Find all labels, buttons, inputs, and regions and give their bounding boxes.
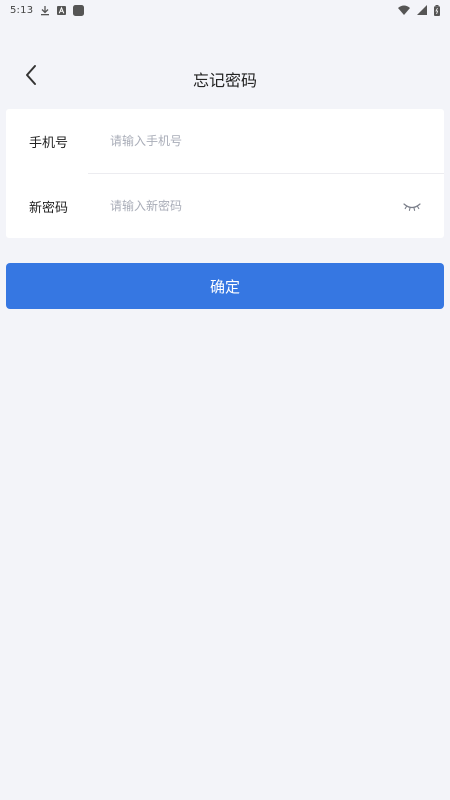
status-time: 5:13	[10, 4, 34, 16]
app-square-icon	[73, 4, 85, 16]
password-visibility-toggle[interactable]	[402, 198, 422, 214]
status-right	[398, 4, 440, 16]
status-bar: 5:13	[0, 0, 450, 20]
status-left: 5:13	[10, 4, 85, 16]
font-a-icon	[57, 5, 67, 15]
nav-bar: 忘记密码	[0, 56, 450, 96]
eye-closed-icon	[403, 197, 421, 216]
download-icon	[40, 5, 50, 16]
wifi-icon	[398, 5, 410, 15]
new-password-row: 新密码	[6, 174, 444, 238]
phone-label: 手机号	[29, 136, 69, 151]
battery-icon	[434, 4, 440, 16]
phone-row: 手机号	[6, 109, 444, 173]
new-password-input[interactable]	[110, 191, 390, 221]
phone-input[interactable]	[110, 126, 390, 156]
new-password-label: 新密码	[29, 201, 69, 216]
page-title: 忘记密码	[192, 71, 257, 90]
form-card: 手机号 新密码	[6, 109, 444, 238]
confirm-button[interactable]: 确定	[6, 263, 444, 309]
signal-icon	[417, 5, 427, 15]
